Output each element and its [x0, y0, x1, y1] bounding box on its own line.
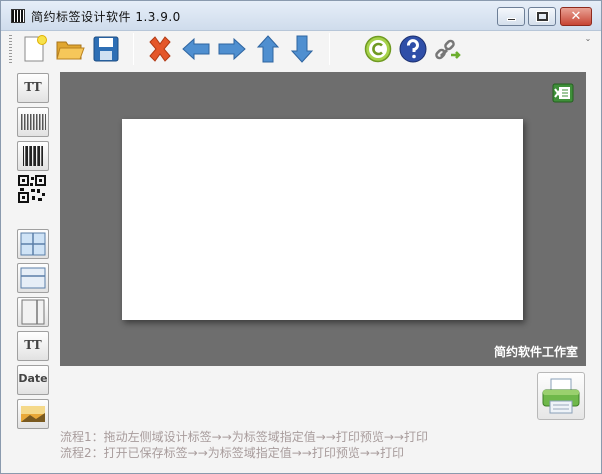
save-icon: [93, 36, 119, 62]
help-icon: [399, 35, 427, 63]
move-up-button[interactable]: [253, 34, 283, 64]
text-tool-label: TT: [24, 80, 42, 94]
qr-code-icon: [18, 175, 46, 203]
text-field-label: TT: [24, 338, 42, 352]
minimize-button[interactable]: [497, 7, 525, 26]
barcode-app-icon: [11, 9, 25, 23]
chain-link-icon: [435, 39, 461, 60]
maximize-button[interactable]: [528, 7, 556, 26]
help-button[interactable]: [398, 34, 428, 64]
move-right-button[interactable]: [217, 34, 247, 64]
maximize-icon: [537, 12, 548, 21]
date-field-label: Date: [18, 372, 48, 385]
minimize-icon: [507, 18, 516, 21]
toolbar: ⌄: [9, 33, 593, 67]
grid-2-rows-button[interactable]: [17, 263, 49, 293]
qr-code-button[interactable]: [17, 175, 49, 205]
delete-button[interactable]: [145, 34, 175, 64]
move-down-button[interactable]: [287, 34, 317, 64]
text-field-button[interactable]: TT: [17, 331, 49, 361]
toolbar-separator: [133, 33, 134, 65]
open-folder-button[interactable]: [55, 34, 85, 64]
delete-x-icon: [149, 36, 171, 62]
arrow-down-icon: [290, 35, 314, 63]
new-file-icon: [24, 35, 47, 62]
move-left-button[interactable]: [181, 34, 211, 64]
window-title: 简约标签设计软件 1.3.9.0: [31, 10, 181, 24]
arrow-up-icon: [256, 35, 280, 63]
barcode-icon: [23, 146, 43, 166]
design-canvas[interactable]: 简约软件工作室: [60, 72, 586, 366]
arrow-right-icon: [218, 37, 246, 61]
copyright-button[interactable]: [363, 34, 393, 64]
close-button[interactable]: ✕: [560, 7, 592, 26]
barcode-wide-button[interactable]: [17, 107, 49, 137]
image-landscape-icon: [21, 406, 45, 422]
grid-4-cells-button[interactable]: [17, 229, 49, 259]
close-icon: ✕: [570, 9, 582, 24]
flow-instruction-2: 流程2：打开已保存标签→→为标签域指定值→→打印预览→→打印: [60, 446, 404, 460]
new-file-button[interactable]: [19, 34, 49, 64]
open-folder-icon: [56, 41, 85, 60]
printer-icon: [542, 378, 580, 414]
studio-label: 简约软件工作室: [493, 345, 578, 359]
save-button[interactable]: [91, 34, 121, 64]
arrow-left-icon: [182, 37, 210, 61]
image-field-button[interactable]: [17, 399, 49, 429]
text-tool-button[interactable]: TT: [17, 73, 49, 103]
excel-icon[interactable]: [552, 82, 574, 104]
print-button[interactable]: [537, 372, 585, 420]
toolbar-grip[interactable]: [9, 35, 12, 63]
grid-2-rows-icon: [20, 267, 46, 289]
date-field-button[interactable]: Date: [17, 365, 49, 395]
grid-2-cols-icon: [21, 299, 45, 325]
link-button[interactable]: [433, 34, 463, 64]
label-paper[interactable]: [122, 119, 523, 320]
barcode-wide-icon: [20, 114, 46, 130]
copyright-icon: [364, 35, 392, 63]
flow-instruction-1: 流程1：拖动左侧域设计标签→→为标签域指定值→→打印预览→→打印: [60, 430, 428, 444]
grid-2-cols-button[interactable]: [17, 297, 49, 327]
toolbar-overflow-indicator[interactable]: ⌄: [583, 33, 593, 67]
barcode-button[interactable]: [17, 141, 49, 171]
app-window: 简约标签设计软件 1.3.9.0 ✕ ⌄ TT TT Date 简约软件工作室 …: [0, 0, 602, 474]
toolbar-separator: [329, 33, 330, 65]
title-bar[interactable]: 简约标签设计软件 1.3.9.0 ✕: [1, 1, 601, 31]
grid-4-cells-icon: [20, 232, 46, 256]
